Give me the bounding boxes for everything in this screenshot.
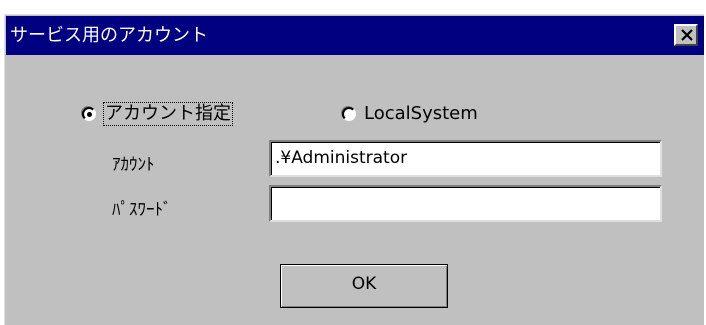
radio-account-specified-circle[interactable] [82, 107, 96, 121]
radio-local-system-label[interactable]: LocalSystem [364, 103, 478, 125]
title-bar[interactable]: サービス用のアカウント [6, 16, 704, 55]
account-input[interactable]: .¥Administrator [269, 140, 662, 177]
ok-button[interactable]: OK [280, 264, 448, 308]
password-input[interactable] [269, 185, 662, 222]
service-account-dialog: サービス用のアカウント アカウント指定 LocalSystem ｱｶｳﾝﾄ .¥… [4, 14, 704, 325]
close-icon [681, 29, 693, 41]
close-button[interactable] [674, 24, 698, 46]
radio-account-specified-label[interactable]: アカウント指定 [103, 102, 233, 126]
radio-local-system-circle[interactable] [342, 107, 356, 121]
radio-local-system[interactable]: LocalSystem [342, 103, 478, 125]
radio-account-specified[interactable]: アカウント指定 [82, 102, 233, 126]
window-title: サービス用のアカウント [10, 25, 208, 46]
account-label: ｱｶｳﾝﾄ [112, 155, 155, 175]
password-label: ﾊﾟｽﾜｰﾄﾞ [112, 200, 172, 220]
radio-selected-dot [87, 112, 92, 117]
